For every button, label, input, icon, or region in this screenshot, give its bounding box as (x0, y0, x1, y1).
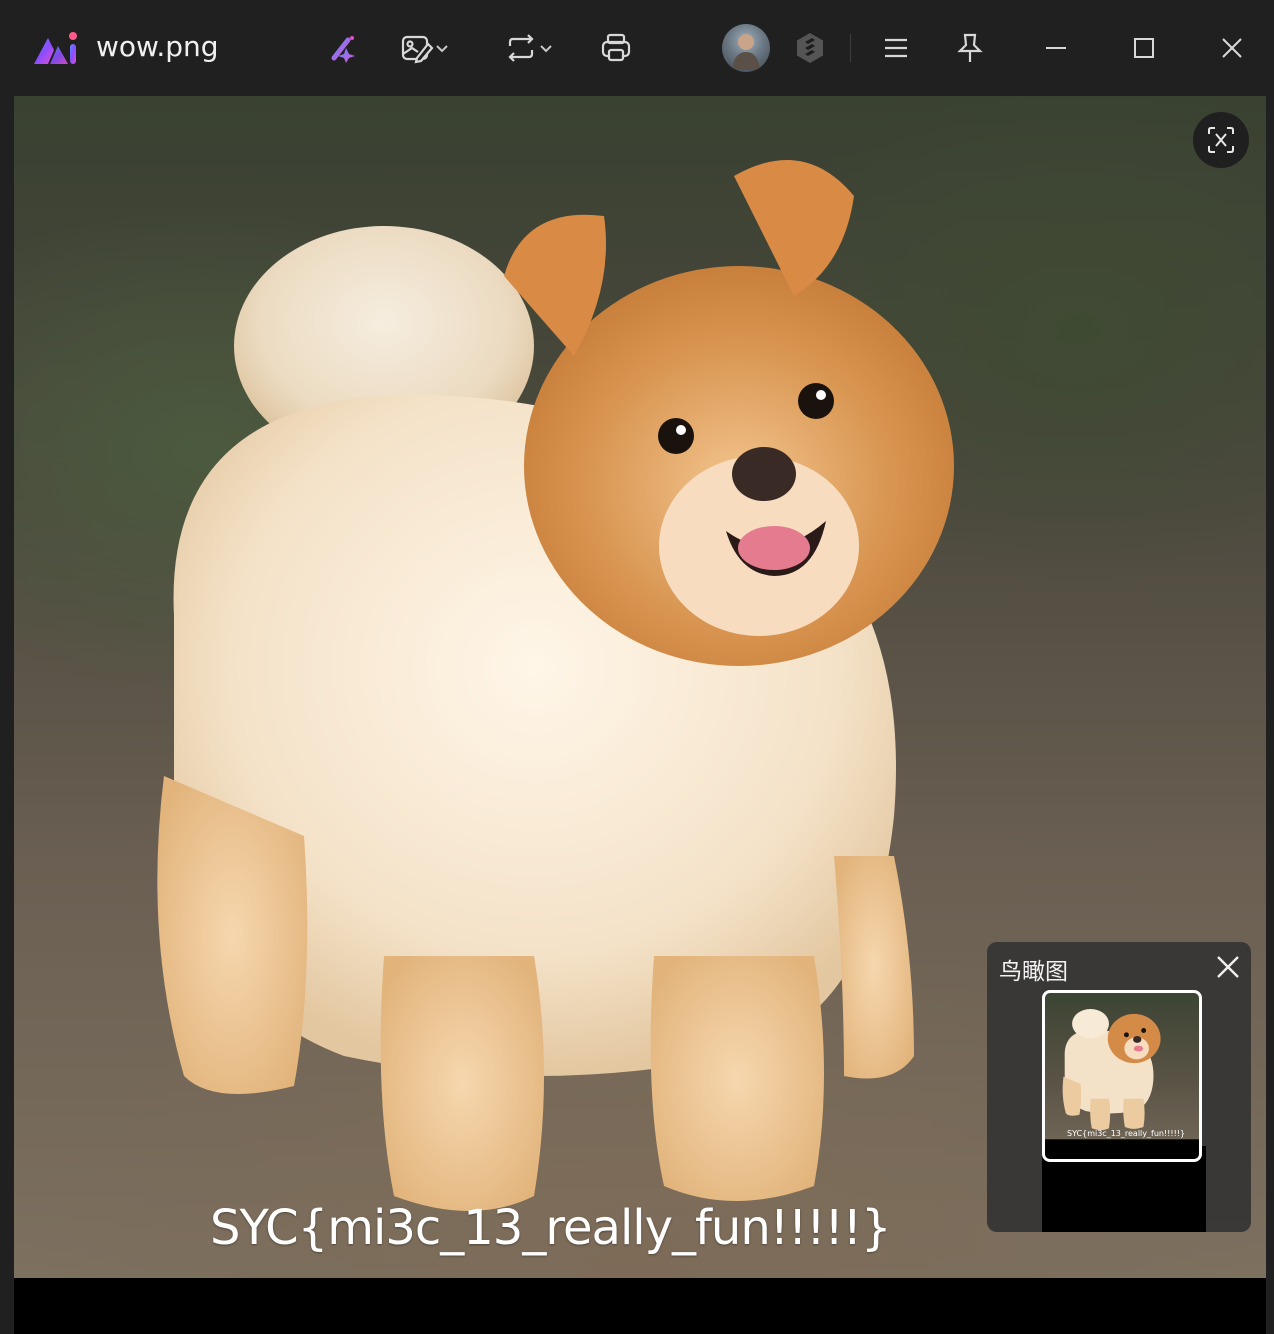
chevron-down-icon (436, 45, 448, 53)
avatar-image (732, 34, 760, 70)
edit-image-icon (401, 35, 434, 64)
print-button[interactable] (594, 24, 638, 72)
pin-icon (957, 33, 983, 62)
pin-button[interactable] (952, 24, 988, 72)
chevron-down-icon (540, 45, 552, 53)
close-icon (1217, 956, 1239, 978)
window-title: wow.png (96, 30, 219, 63)
maximize-icon (1134, 38, 1154, 58)
maximize-button[interactable] (1126, 24, 1162, 72)
extension-icon (797, 33, 823, 63)
ai-sparkle-button[interactable] (322, 24, 366, 72)
overview-viewport-frame[interactable]: SYC{mi3c_13_really_fun!!!!!} (1042, 990, 1202, 1162)
overview-title: 鸟瞰图 (999, 959, 1068, 985)
edit-image-button[interactable] (394, 24, 456, 72)
toolbar-divider (850, 34, 851, 62)
overview-panel: 鸟瞰图 SYC{mi3c_13_really_fun!!!!!} (987, 942, 1251, 1232)
overview-close-button[interactable] (1213, 952, 1243, 982)
rotate-icon (508, 34, 534, 62)
title-bar: wow.png (0, 0, 1274, 96)
extension-button[interactable] (792, 24, 828, 72)
ai-sparkle-icon (331, 36, 355, 63)
close-window-button[interactable] (1214, 24, 1250, 72)
text-recognize-button[interactable] (1193, 112, 1249, 168)
photos-ai-logo-icon (34, 32, 77, 64)
menu-button[interactable] (878, 24, 914, 72)
text-recognize-icon (1208, 127, 1234, 153)
print-icon (601, 33, 631, 62)
overview-thumb-caption: SYC{mi3c_13_really_fun!!!!!} (1067, 1129, 1186, 1138)
image-caption-text: SYC{mi3c_13_really_fun!!!!!} (210, 1200, 892, 1256)
user-avatar[interactable] (722, 24, 770, 72)
rotate-button[interactable] (498, 24, 560, 72)
menu-icon (885, 38, 907, 58)
minimize-icon (1046, 47, 1066, 49)
minimize-button[interactable] (1038, 24, 1074, 72)
close-icon (1222, 38, 1242, 58)
